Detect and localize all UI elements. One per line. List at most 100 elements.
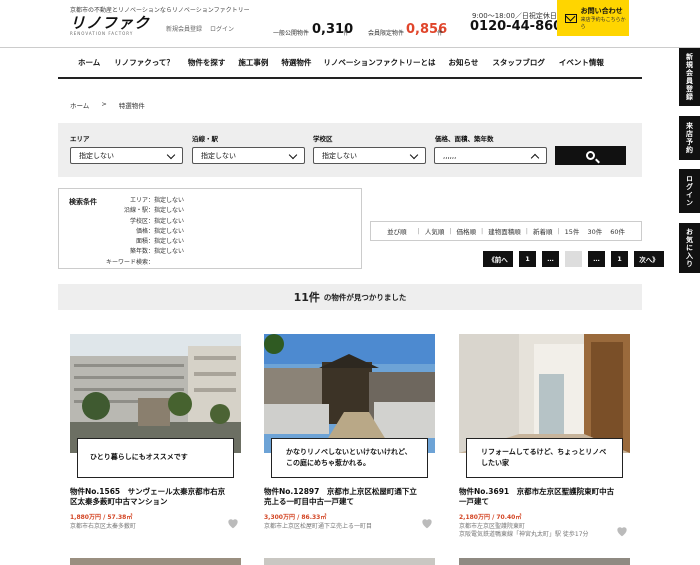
sort-price[interactable]: 価格順 — [457, 226, 477, 236]
pager-ellipsis: … — [542, 251, 559, 267]
condition-key: 沿線・駅： — [123, 207, 154, 215]
nav-item-about[interactable]: リノファクって？ — [114, 57, 174, 68]
pager-current — [565, 251, 582, 267]
property-photo[interactable] — [264, 334, 435, 453]
nav-item-blog[interactable]: スタッフブログ — [492, 57, 545, 68]
side-tab-register[interactable]: 新規会員登録 — [679, 48, 700, 106]
nav-item-works[interactable]: 施工事例 — [238, 57, 268, 68]
property-card[interactable]: リフォームしてるけど、ちょっとリノベしたい家 物件No.3691 京都市左京区聖… — [459, 334, 630, 538]
contact-button[interactable]: お問い合わせ 来店予約もこちらから — [557, 0, 629, 36]
public-listings-label: 一般公開物件 — [273, 30, 310, 37]
property-photo-next-row[interactable] — [70, 558, 241, 565]
condition-key: 面積： — [135, 238, 154, 246]
price-select[interactable]: ,,,,,, — [434, 147, 547, 164]
pager-page-last[interactable]: 1 — [611, 251, 628, 267]
condition-row: 築年数： 指定しない — [99, 246, 219, 256]
public-listings-unit: 件 — [343, 30, 350, 37]
result-summary: 11件 の物件が見つかりました — [58, 284, 642, 310]
contact-button-label: お問い合わせ — [580, 7, 623, 15]
nav-item-featured[interactable]: 特選物件 — [281, 57, 311, 68]
line-select[interactable]: 指定しない — [192, 147, 305, 164]
property-photo-apartment — [70, 334, 241, 453]
member-listings-label: 会員限定物件 — [368, 30, 405, 37]
breadcrumb: ホーム > 特選物件 — [70, 100, 145, 110]
school-label: 学校区 — [313, 135, 333, 143]
property-title[interactable]: 物件No.1565 サンヴェール太秦京都市右京区太秦多薮町中古マンション — [70, 487, 230, 507]
divider: | — [525, 227, 528, 235]
contact-button-sublabel: 来店予約もこちらから — [580, 17, 626, 30]
result-count: 11件 — [293, 291, 320, 304]
pager-ellipsis: … — [588, 251, 605, 267]
search-button[interactable] — [555, 146, 626, 165]
nav-item-home[interactable]: ホーム — [78, 57, 100, 68]
pagination: 《前へ 1 … … 1 次へ》 — [483, 251, 664, 267]
breadcrumb-home[interactable]: ホーム — [70, 100, 89, 110]
search-icon — [586, 151, 595, 160]
area-label: エリア — [70, 135, 90, 143]
property-card[interactable]: かなりリノベしないといけないけれど、この庭にめちゃ惹かれる。 物件No.1289… — [264, 334, 435, 530]
heart-icon[interactable] — [615, 524, 629, 538]
page: 京都市の不動産とリノベーションならリノベーションファクトリー リノファク REN… — [0, 0, 700, 565]
property-price: 3,300万円 / 86.33㎡ — [264, 514, 327, 521]
chevron-down-icon — [288, 150, 298, 160]
property-photo-next-row[interactable] — [264, 558, 435, 565]
property-title[interactable]: 物件No.3691 京都市左京区聖護院東町中古一戸建て — [459, 487, 619, 507]
side-tab-favorites[interactable]: お気に入り — [679, 223, 700, 273]
heart-icon[interactable] — [226, 516, 240, 530]
per-page-15[interactable]: 15件 — [565, 226, 580, 236]
global-nav: ホーム リノファクって？ 物件を探す 施工事例 特選物件 リノベーションファクト… — [58, 48, 642, 79]
nav-item-search[interactable]: 物件を探す — [188, 57, 226, 68]
member-listings-unit: 件 — [437, 30, 444, 37]
condition-row: 価格： 指定しない — [99, 226, 219, 236]
sort-popular[interactable]: 人気順 — [425, 226, 445, 236]
per-page-60[interactable]: 60件 — [610, 226, 625, 236]
sort-newest[interactable]: 新着順 — [533, 226, 553, 236]
property-caption: ひとり暮らしにもオススメです — [77, 438, 234, 478]
divider: | — [417, 227, 420, 235]
price-label: 価格、面積、築年数 — [435, 135, 494, 143]
pager-prev[interactable]: 《前へ — [483, 251, 513, 267]
property-card[interactable]: ひとり暮らしにもオススメです 物件No.1565 サンヴェール太秦京都市右京区太… — [70, 334, 241, 530]
school-select[interactable]: 指定しない — [313, 147, 426, 164]
nav-item-company[interactable]: リノベーションファクトリーとは — [323, 57, 435, 68]
condition-row: キーワード検索： — [99, 257, 219, 267]
sort-bar: 並び順 | 人気順 | 価格順 | 建物面積順 | 新着順 | 15件 30件 … — [370, 221, 642, 241]
condition-value: 指定しない — [154, 238, 185, 246]
condition-key: キーワード検索： — [105, 258, 154, 266]
site-logo[interactable]: リノファク — [70, 12, 150, 33]
site-header: 京都市の不動産とリノベーションならリノベーションファクトリー リノファク REN… — [0, 0, 700, 48]
property-caption: かなりリノベしないといけないけれど、この庭にめちゃ惹かれる。 — [271, 438, 428, 478]
breadcrumb-separator: > — [101, 100, 107, 108]
divider: | — [481, 227, 484, 235]
divider: | — [557, 227, 560, 235]
condition-row: 面積： 指定しない — [99, 236, 219, 246]
register-link[interactable]: 新規会員登録 — [166, 24, 202, 33]
sort-area[interactable]: 建物面積順 — [488, 226, 521, 236]
pager-next[interactable]: 次へ》 — [634, 251, 664, 267]
pager-page[interactable]: 1 — [519, 251, 536, 267]
search-conditions: 検索条件 エリア： 指定しない 沿線・駅： 指定しない 学校区： 指定しない 価格：指… — [58, 188, 362, 269]
line-select-value: 指定しない — [201, 151, 236, 160]
search-panel: エリア 指定しない 沿線・駅 指定しない 学校区 指定しない 価格、面積、築年数… — [58, 123, 642, 177]
condition-row: 沿線・駅： 指定しない — [99, 205, 219, 215]
heart-icon[interactable] — [420, 516, 434, 530]
property-title[interactable]: 物件No.12897 京都市上京区松屋町通下立売上る一町目中古一戸建て — [264, 487, 424, 507]
side-tab-visit[interactable]: 来店予約 — [679, 116, 700, 160]
condition-value: 指定しない — [154, 207, 185, 215]
conditions-title: 検索条件 — [69, 198, 97, 206]
condition-value: 指定しない — [154, 217, 185, 225]
property-photo[interactable] — [70, 334, 241, 453]
login-link[interactable]: ログイン — [210, 24, 234, 33]
property-photo-next-row[interactable] — [459, 558, 630, 565]
side-tab-login[interactable]: ログイン — [679, 169, 700, 213]
property-photo-house — [264, 334, 435, 453]
area-select[interactable]: 指定しない — [70, 147, 183, 164]
chevron-down-icon — [166, 150, 176, 160]
property-photo[interactable] — [459, 334, 630, 453]
per-page-30[interactable]: 30件 — [587, 226, 602, 236]
site-logo-subtitle: RENOVATION FACTORY — [70, 31, 134, 36]
property-price: 1,880万円 / 57.38㎡ — [70, 514, 133, 521]
nav-item-news[interactable]: お知らせ — [449, 57, 479, 68]
nav-item-events[interactable]: イベント情報 — [559, 57, 604, 68]
conditions-list: エリア： 指定しない 沿線・駅： 指定しない 学校区： 指定しない 価格： 指定しない … — [99, 195, 219, 267]
